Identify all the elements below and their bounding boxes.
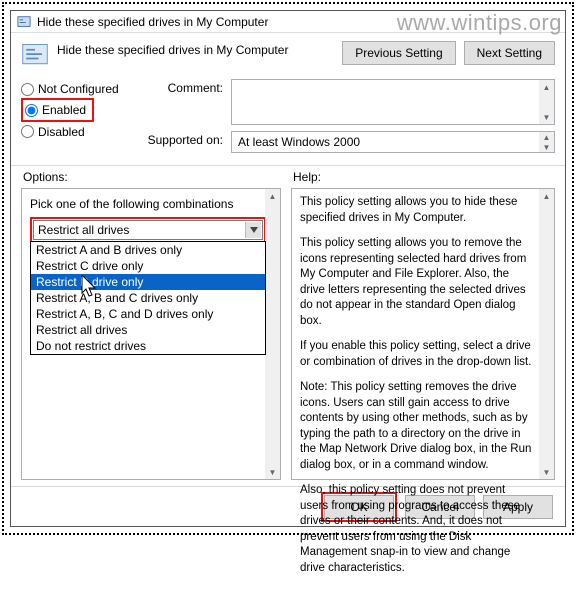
list-item[interactable]: Restrict all drives — [31, 322, 265, 338]
radio-enabled[interactable]: Enabled — [25, 103, 86, 117]
options-panel: Pick one of the following combinations R… — [21, 188, 281, 480]
list-item-selected[interactable]: Restrict D drive only — [31, 274, 265, 290]
options-prompt: Pick one of the following combinations — [30, 197, 272, 211]
chevron-down-icon[interactable]: ▼ — [265, 465, 280, 479]
list-item[interactable]: Restrict A, B, C and D drives only — [31, 306, 265, 322]
state-radio-group: Not Configured Enabled Disabled — [21, 79, 141, 153]
previous-setting-button[interactable]: Previous Setting — [342, 41, 455, 65]
scrollbar[interactable]: ▲▼ — [539, 132, 554, 152]
supported-field: At least Windows 2000 ▲▼ — [231, 131, 555, 153]
supported-label: Supported on: — [141, 131, 231, 153]
chevron-down-icon[interactable]: ▼ — [539, 142, 554, 152]
comment-textarea[interactable]: ▲▼ — [231, 79, 555, 125]
help-panel: This policy setting allows you to hide t… — [291, 188, 555, 480]
scrollbar[interactable]: ▲▼ — [539, 80, 554, 124]
chevron-up-icon[interactable]: ▲ — [539, 132, 554, 142]
scrollbar[interactable]: ▲▼ — [539, 189, 554, 479]
next-setting-button[interactable]: Next Setting — [464, 41, 555, 65]
dialog-window: Hide these specified drives in My Comput… — [10, 10, 566, 527]
scrollbar[interactable]: ▲▼ — [265, 189, 280, 479]
list-item[interactable]: Restrict A and B drives only — [31, 242, 265, 258]
chevron-up-icon[interactable]: ▲ — [539, 189, 554, 203]
header-title: Hide these specified drives in My Comput… — [57, 41, 342, 57]
radio-disabled[interactable]: Disabled — [21, 125, 141, 139]
options-label: Options: — [23, 170, 293, 184]
radio-not-configured[interactable]: Not Configured — [21, 82, 141, 96]
chevron-down-icon[interactable]: ▼ — [539, 110, 554, 124]
policy-large-icon — [21, 41, 49, 69]
window-title: Hide these specified drives in My Comput… — [37, 15, 268, 29]
list-item[interactable]: Restrict A, B and C drives only — [31, 290, 265, 306]
comment-label: Comment: — [141, 79, 231, 125]
drives-combobox[interactable]: Restrict all drives — [33, 220, 263, 240]
chevron-down-icon[interactable] — [245, 222, 261, 238]
drives-dropdown-list[interactable]: Restrict A and B drives only Restrict C … — [30, 241, 266, 355]
help-text: This policy setting allows you to hide t… — [292, 189, 554, 592]
chevron-down-icon[interactable]: ▼ — [539, 465, 554, 479]
list-item[interactable]: Do not restrict drives — [31, 338, 265, 354]
policy-icon — [17, 15, 31, 29]
title-bar[interactable]: Hide these specified drives in My Comput… — [11, 11, 565, 33]
chevron-up-icon[interactable]: ▲ — [539, 80, 554, 94]
list-item[interactable]: Restrict C drive only — [31, 258, 265, 274]
chevron-up-icon[interactable]: ▲ — [265, 189, 280, 203]
divider — [11, 165, 565, 166]
help-label: Help: — [293, 170, 321, 184]
